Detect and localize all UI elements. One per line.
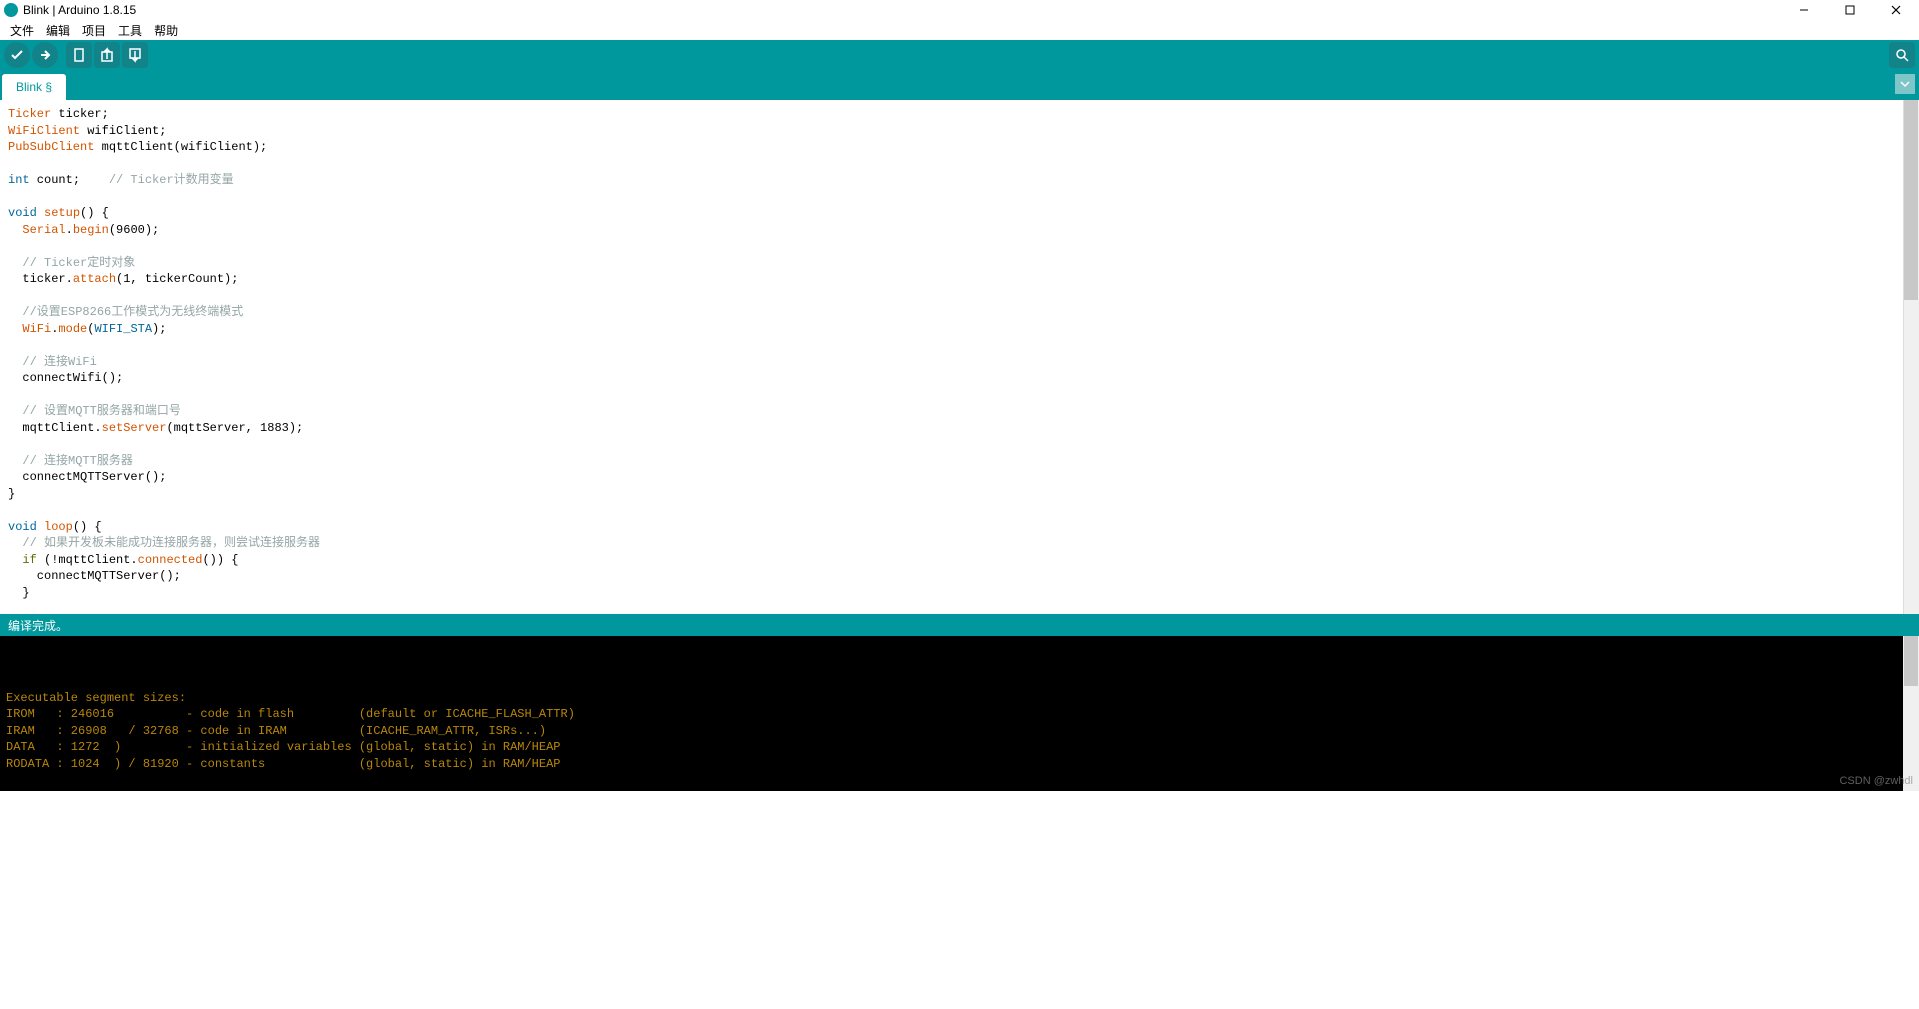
- code-token: (mqttServer, 1883);: [166, 421, 303, 435]
- new-button[interactable]: [66, 42, 92, 68]
- code-token: // 设置MQTT服务器和端口号: [22, 404, 180, 418]
- code-token: attach: [73, 272, 116, 286]
- editor-scroll-thumb[interactable]: [1904, 100, 1918, 300]
- titlebar: Blink | Arduino 1.8.15: [0, 0, 1919, 20]
- menu-file[interactable]: 文件: [4, 22, 40, 39]
- code-token: connectMQTTServer();: [8, 470, 166, 484]
- console-line: RODATA : 1024 ) / 81920 - constants (glo…: [6, 757, 561, 771]
- close-button[interactable]: [1873, 0, 1919, 20]
- tabbar: Blink §: [0, 70, 1919, 100]
- code-token: begin: [73, 223, 109, 237]
- menu-sketch[interactable]: 项目: [76, 22, 112, 39]
- code-token: (1, tickerCount);: [116, 272, 238, 286]
- status-bar: 编译完成。: [0, 614, 1919, 636]
- editor-area: Ticker ticker; WiFiClient wifiClient; Pu…: [0, 100, 1919, 614]
- tab-menu-button[interactable]: [1895, 74, 1915, 94]
- code-token: int: [8, 173, 30, 187]
- menu-tools[interactable]: 工具: [112, 22, 148, 39]
- toolbar: [0, 40, 1919, 70]
- console-line: IRAM : 26908 / 32768 - code in IRAM (ICA…: [6, 724, 546, 738]
- code-token: [37, 206, 44, 220]
- code-token: WIFI_STA: [94, 322, 152, 336]
- console-scrollbar[interactable]: [1903, 636, 1919, 791]
- code-token: () {: [73, 520, 102, 534]
- code-token: connectWifi();: [8, 371, 123, 385]
- code-token: [8, 553, 22, 567]
- code-token: loop: [44, 520, 73, 534]
- save-button[interactable]: [122, 42, 148, 68]
- code-token: );: [152, 322, 166, 336]
- code-token: // 连接MQTT服务器: [22, 454, 132, 468]
- console-scroll-thumb[interactable]: [1904, 636, 1918, 686]
- code-token: WiFiClient: [8, 124, 80, 138]
- code-token: }: [8, 586, 30, 600]
- code-token: ticker.: [8, 272, 73, 286]
- window-title: Blink | Arduino 1.8.15: [23, 3, 136, 17]
- code-token: ticker;: [51, 107, 109, 121]
- window-controls: [1781, 0, 1919, 20]
- code-token: Serial: [22, 223, 65, 237]
- code-token: [8, 322, 22, 336]
- code-token: ()) {: [202, 553, 238, 567]
- code-token: setup: [44, 206, 80, 220]
- upload-button[interactable]: [32, 42, 58, 68]
- verify-button[interactable]: [4, 42, 30, 68]
- maximize-button[interactable]: [1827, 0, 1873, 20]
- code-token: Ticker: [8, 107, 51, 121]
- code-token: [8, 256, 22, 270]
- status-text: 编译完成。: [8, 617, 68, 634]
- watermark: CSDN @zwhdl: [1839, 775, 1913, 787]
- code-token: [8, 404, 22, 418]
- console-line: IROM : 246016 - code in flash (default o…: [6, 707, 575, 721]
- code-token: mqttClient.: [8, 421, 102, 435]
- arduino-app-icon: [4, 3, 18, 17]
- code-token: (!mqttClient.: [37, 553, 138, 567]
- code-token: // Ticker定时对象: [22, 256, 135, 270]
- menubar: 文件 编辑 项目 工具 帮助: [0, 20, 1919, 40]
- code-token: WiFi: [22, 322, 51, 336]
- menu-help[interactable]: 帮助: [148, 22, 184, 39]
- code-token: mqttClient(wifiClient);: [94, 140, 267, 154]
- console-line: Executable segment sizes:: [6, 691, 186, 705]
- code-token: connectMQTTServer();: [8, 569, 181, 583]
- code-token: () {: [80, 206, 109, 220]
- code-token: if: [22, 553, 36, 567]
- console-output[interactable]: Executable segment sizes: IROM : 246016 …: [0, 636, 1903, 791]
- code-token: wifiClient;: [80, 124, 166, 138]
- code-token: [8, 355, 22, 369]
- code-editor[interactable]: Ticker ticker; WiFiClient wifiClient; Pu…: [0, 100, 1903, 614]
- code-token: setServer: [102, 421, 167, 435]
- console-line: DATA : 1272 ) - initialized variables (g…: [6, 740, 561, 754]
- code-token: // 连接WiFi: [22, 355, 96, 369]
- code-token: // 如果开发板未能成功连接服务器，则尝试连接服务器: [22, 536, 320, 550]
- code-token: connected: [138, 553, 203, 567]
- editor-scrollbar[interactable]: [1903, 100, 1919, 614]
- code-token: //设置ESP8266工作模式为无线终端模式: [22, 305, 243, 319]
- code-token: [37, 520, 44, 534]
- tab-blink[interactable]: Blink §: [2, 74, 66, 100]
- code-token: [8, 305, 22, 319]
- menu-edit[interactable]: 编辑: [40, 22, 76, 39]
- code-token: void: [8, 520, 37, 534]
- code-token: void: [8, 206, 37, 220]
- serial-monitor-button[interactable]: [1889, 42, 1915, 68]
- code-token: [8, 454, 22, 468]
- code-token: PubSubClient: [8, 140, 94, 154]
- code-token: .: [66, 223, 73, 237]
- code-token: }: [8, 487, 15, 501]
- code-token: (9600);: [109, 223, 159, 237]
- code-token: count;: [30, 173, 109, 187]
- code-token: [8, 223, 22, 237]
- code-token: mode: [58, 322, 87, 336]
- code-token: [8, 536, 22, 550]
- open-button[interactable]: [94, 42, 120, 68]
- minimize-button[interactable]: [1781, 0, 1827, 20]
- code-token: // Ticker计数用变量: [109, 173, 234, 187]
- console-area: Executable segment sizes: IROM : 246016 …: [0, 636, 1919, 791]
